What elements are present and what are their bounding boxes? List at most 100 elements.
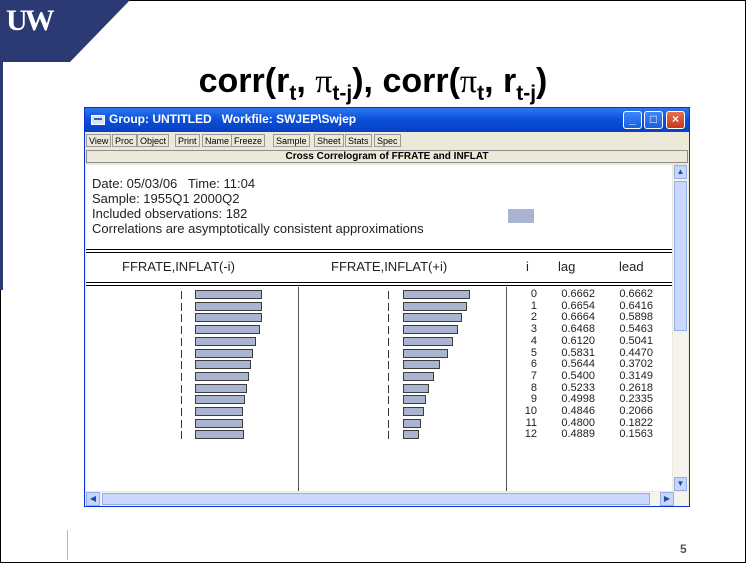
observations-line: Included observations: 182 — [92, 206, 248, 221]
lag-zero-tick — [181, 396, 182, 404]
close-button[interactable]: × — [666, 111, 685, 129]
scroll-up-icon[interactable]: ▲ — [674, 165, 687, 179]
lead-value: 0.6662 — [619, 288, 653, 300]
lead-value: 0.5041 — [619, 335, 653, 347]
lead-zero-tick — [388, 385, 389, 393]
lag-correlation-bar — [195, 337, 256, 346]
lag-value: 0.5644 — [561, 358, 595, 370]
lead-correlation-bar — [403, 302, 467, 311]
correlogram-header: Cross Correlogram of FFRATE and INFLAT — [86, 150, 688, 163]
footer-rule — [67, 530, 68, 560]
lag-correlation-bar — [195, 302, 262, 311]
lag-correlation-bar — [195, 372, 249, 381]
row-index: 6 — [530, 358, 537, 370]
lead-zero-tick — [388, 408, 389, 416]
svg-text:UW: UW — [6, 4, 55, 37]
note-line: Correlations are asymptotically consiste… — [92, 221, 424, 236]
lag-correlation-bar — [195, 407, 243, 416]
vertical-scrollbar[interactable]: ▲ ▼ — [673, 165, 688, 491]
lead-zero-tick — [388, 314, 389, 322]
lead-zero-tick — [388, 338, 389, 346]
header-double-rule-bottom — [86, 252, 672, 253]
lead-correlation-bar — [403, 337, 453, 346]
lag-column-header: FFRATE,INFLAT(-i) — [122, 259, 235, 274]
lead-correlation-bar — [403, 325, 458, 334]
window-title: Group: UNTITLED Workfile: SWJEP\Swjep — [109, 112, 357, 126]
lead-correlation-bar — [403, 313, 462, 322]
lead-zero-tick — [388, 420, 389, 428]
toolbar-name-button[interactable]: Name — [202, 134, 233, 147]
lead-zero-tick — [388, 291, 389, 299]
lead-correlation-bar — [403, 384, 429, 393]
vertical-scroll-thumb[interactable] — [674, 181, 687, 331]
lead-column-header: FFRATE,INFLAT(+i) — [331, 259, 448, 274]
page-number: 5 — [680, 542, 687, 556]
lag-correlation-bar — [195, 395, 245, 404]
date-line: Date: 05/03/06 Time: 11:04 — [92, 176, 256, 191]
scroll-down-icon[interactable]: ▼ — [674, 477, 687, 491]
lead-value: 0.5463 — [619, 323, 653, 335]
lag-value: 0.4889 — [561, 428, 595, 440]
window-toolbar: View Proc Object Print Name Freeze Sampl… — [85, 133, 689, 148]
lead-correlation-bar — [403, 407, 424, 416]
toolbar-proc-button[interactable]: Proc — [112, 134, 137, 147]
horizontal-scroll-thumb[interactable] — [102, 493, 650, 505]
column-separator-left — [298, 287, 299, 491]
lead-zero-tick — [388, 350, 389, 358]
scroll-right-icon[interactable]: ▶ — [660, 492, 674, 506]
lead-zero-tick — [388, 326, 389, 334]
table-double-rule-top — [86, 282, 672, 283]
toolbar-stats-button[interactable]: Stats — [345, 134, 372, 147]
lag-zero-tick — [181, 314, 182, 322]
lag-zero-tick — [181, 408, 182, 416]
uw-logo: UW — [0, 0, 130, 62]
toolbar-print-button[interactable]: Print — [175, 134, 200, 147]
lag-value-column-header: lag — [558, 259, 576, 274]
lag-zero-tick — [181, 303, 182, 311]
row-index: 9 — [530, 393, 537, 405]
lead-correlation-bar — [403, 430, 419, 439]
lag-value: 0.6664 — [561, 311, 595, 323]
header-double-rule-top — [86, 249, 672, 250]
toolbar-object-button[interactable]: Object — [137, 134, 170, 147]
toolbar-sample-button[interactable]: Sample — [273, 134, 310, 147]
lag-zero-tick — [181, 338, 182, 346]
row-index: 0 — [530, 288, 537, 300]
lag-correlation-bar — [195, 419, 243, 428]
toolbar-spec-button[interactable]: Spec — [374, 134, 401, 147]
lag-zero-tick — [181, 420, 182, 428]
minimize-button[interactable]: _ — [623, 111, 642, 129]
lag-correlation-bar — [195, 313, 262, 322]
lag-correlation-bar — [195, 349, 253, 358]
lag-zero-tick — [181, 291, 182, 299]
row-index: 7 — [530, 370, 537, 382]
table-double-rule-bottom — [86, 285, 672, 286]
lag-value: 0.4846 — [561, 405, 595, 417]
maximize-button[interactable]: □ — [644, 111, 663, 129]
estimation-info: Date: 05/03/06 Time: 11:04 Sample: 1955Q… — [92, 176, 424, 236]
toolbar-sheet-button[interactable]: Sheet — [314, 134, 344, 147]
lead-value: 0.2335 — [619, 393, 653, 405]
lag-correlation-bar — [195, 325, 260, 334]
toolbar-freeze-button[interactable]: Freeze — [231, 134, 266, 147]
lead-correlation-bar — [403, 372, 434, 381]
window-titlebar[interactable]: Group: UNTITLED Workfile: SWJEP\Swjep _ … — [85, 108, 689, 132]
sample-line: Sample: 1955Q1 2000Q2 — [92, 191, 240, 206]
lead-correlation-bar — [403, 395, 426, 404]
lead-value: 0.5898 — [619, 311, 653, 323]
lag-value: 0.4998 — [561, 393, 595, 405]
toolbar-view-button[interactable]: View — [86, 134, 112, 147]
scroll-left-icon[interactable]: ◀ — [86, 492, 100, 506]
row-index: 2 — [530, 311, 537, 323]
lead-zero-tick — [388, 431, 389, 439]
horizontal-scrollbar[interactable]: ◀ ▶ — [86, 492, 688, 506]
lag-value: 0.5400 — [561, 370, 595, 382]
lag-correlation-bar — [195, 430, 244, 439]
lead-correlation-bar — [403, 290, 470, 299]
correlogram-view: Date: 05/03/06 Time: 11:04 Sample: 1955Q… — [86, 165, 672, 491]
window-app-icon — [91, 115, 105, 125]
lag-zero-tick — [181, 326, 182, 334]
lag-zero-tick — [181, 361, 182, 369]
lead-correlation-bar — [403, 349, 448, 358]
slide-title: corr(rt, πt-j), corr(πt, rt-j) — [198, 62, 548, 105]
